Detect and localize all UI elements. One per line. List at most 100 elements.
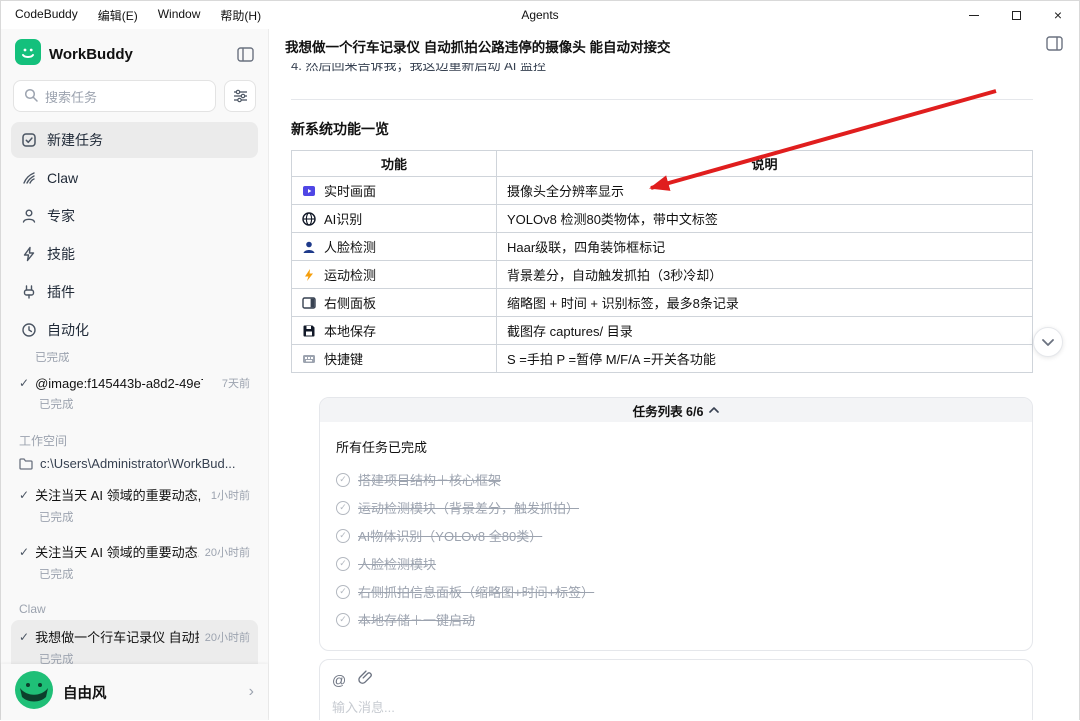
feature-label: 本地保存 xyxy=(324,324,377,339)
search-icon xyxy=(24,88,38,105)
sidebar-item-new-task[interactable]: 新建任务 xyxy=(11,122,258,158)
feature-label: 快捷键 xyxy=(324,352,364,367)
motion-detect-icon xyxy=(305,268,313,281)
list-item-image-task[interactable]: ✓ @image:f145443b-a8d2-49e7-a... 7天前 已完成 xyxy=(11,368,258,418)
sidebar-item-automation[interactable]: 自动化 xyxy=(11,312,258,348)
minimize-button[interactable] xyxy=(953,1,995,29)
attach-button[interactable] xyxy=(358,670,373,690)
maximize-icon xyxy=(1011,10,1021,20)
feature-desc: YOLOv8 检测80类物体，带中文标签 xyxy=(496,204,1033,233)
menu-codebuddy[interactable]: CodeBuddy xyxy=(15,7,78,24)
sidebar-item-claw[interactable]: Claw xyxy=(11,160,258,196)
task-list-panel-header[interactable]: 任务列表 6/6 xyxy=(320,398,1032,422)
search-placeholder: 搜索任务 xyxy=(45,89,98,105)
chevron-down-icon xyxy=(1042,338,1054,346)
sidebar-item-experts[interactable]: 专家 xyxy=(11,198,258,234)
claw-icon xyxy=(23,172,35,184)
check-icon: ✓ xyxy=(19,544,30,559)
todo-item: ✓ 人脸检测模块 xyxy=(336,554,1016,573)
feature-label: 人脸检测 xyxy=(324,240,377,255)
task-list-summary: 所有任务已完成 xyxy=(336,440,428,455)
circle-check-icon: ✓ xyxy=(336,556,350,571)
workspace-path-item[interactable]: c:\Users\Administrator\WorkBud... xyxy=(11,453,258,474)
list-item-ai-news-1[interactable]: ✓ 关注当天 AI 领域的重要动态, ... 1小时前 已完成 xyxy=(11,478,258,531)
folder-icon xyxy=(19,457,33,470)
sidebar-collapse-button[interactable] xyxy=(237,47,254,62)
expert-icon xyxy=(22,209,36,223)
sidebar-item-plugins[interactable]: 插件 xyxy=(11,274,258,310)
table-row: 实时画面 摄像头全分辨率显示 xyxy=(291,176,1033,205)
list-item-dashcam-task[interactable]: ✓ 我想做一个行车记录仪 自动抓... 20小时前 已完成 xyxy=(11,620,258,664)
maximize-button[interactable] xyxy=(995,1,1037,29)
menu-edit[interactable]: 编辑(E) xyxy=(98,7,138,24)
scroll-to-bottom-button[interactable] xyxy=(1033,327,1063,357)
message-input[interactable]: 输入消息... xyxy=(332,697,1020,720)
right-panel-icon xyxy=(1046,36,1063,51)
list-item-ai-news-2[interactable]: ✓ 关注当天 AI 领域的重要动态... 20小时前 已完成 xyxy=(11,535,258,588)
task-status: 已完成 xyxy=(39,512,74,524)
table-row: 运动检测 背景差分，自动触发抓拍（3秒冷却） xyxy=(291,260,1033,289)
feature-desc: 缩略图 + 时间 + 识别标签，最多8条记录 xyxy=(496,288,1033,317)
task-list-panel: 任务列表 6/6 所有任务已完成 ✓ 搭建项目结构＋核心框架 ✓ 运动检测模块（背景… xyxy=(319,397,1033,651)
nav-label: 新建任务 xyxy=(47,132,103,148)
todo-label: 人脸检测模块 xyxy=(358,557,437,572)
task-history-list: 已完成 ✓ @image:f145443b-a8d2-49e7-a... 7天前… xyxy=(1,348,268,664)
skill-icon xyxy=(23,246,35,262)
user-account-bar[interactable]: 自由风 › xyxy=(1,664,268,720)
todo-label: 右侧抓拍信息面板（缩略图+时间+标签） xyxy=(358,585,595,600)
titlebar: CodeBuddy 编辑(E) Window 帮助(H) Agents × xyxy=(1,1,1079,29)
plugin-icon xyxy=(23,285,35,299)
chevron-up-icon xyxy=(709,407,720,413)
col-header-desc: 说明 xyxy=(496,150,1033,177)
right-panel-toggle-button[interactable] xyxy=(1046,36,1063,56)
save-icon xyxy=(303,325,315,336)
claw-section-label: Claw xyxy=(19,602,46,616)
task-time: 7天前 xyxy=(221,378,250,390)
workspace-path: c:\Users\Administrator\WorkBud... xyxy=(40,456,236,471)
task-status: 已完成 xyxy=(39,654,74,664)
automation-clock-icon xyxy=(22,323,36,337)
todo-label: AI物体识别（YOLOv8 全80类） xyxy=(358,529,543,544)
clipped-status: 已完成 xyxy=(35,352,70,364)
table-row: 右侧面板 缩略图 + 时间 + 识别标签，最多8条记录 xyxy=(291,288,1033,317)
task-title: @image:f145443b-a8d2-49e7-a... xyxy=(35,375,203,391)
sidebar: WorkBuddy 搜索任务 新建任务 Claw 专家 技能 插件 自动化 已完… xyxy=(1,29,269,720)
menu-help[interactable]: 帮助(H) xyxy=(220,7,261,24)
circle-check-icon: ✓ xyxy=(336,584,350,599)
nav-label: 专家 xyxy=(47,208,75,224)
mention-button[interactable]: @ xyxy=(332,672,346,688)
live-view-icon xyxy=(303,185,315,196)
close-icon: × xyxy=(1053,7,1063,23)
close-button[interactable]: × xyxy=(1037,1,1079,29)
brand-name: WorkBuddy xyxy=(49,46,133,63)
task-list-title: 任务列表 6/6 xyxy=(632,404,704,419)
ai-detect-icon xyxy=(302,211,316,226)
menu-window[interactable]: Window xyxy=(158,7,201,24)
chat-content: 4. 然后回来告诉我；我这边重新启动 AI 监控 新系统功能一览 功能 说明 实… xyxy=(269,63,1079,720)
minimize-icon xyxy=(969,14,979,16)
feature-label: 实时画面 xyxy=(324,184,377,199)
search-input[interactable]: 搜索任务 xyxy=(13,80,216,112)
feature-desc: 截图存 captures/ 目录 xyxy=(496,316,1033,345)
nav-label: 技能 xyxy=(47,246,75,262)
task-time: 20小时前 xyxy=(204,546,250,559)
check-icon: ✓ xyxy=(19,629,30,644)
todo-label: 本地存储＋一键启动 xyxy=(358,613,476,628)
sidebar-item-skills[interactable]: 技能 xyxy=(11,236,258,272)
filter-button[interactable] xyxy=(224,80,256,112)
table-row: 人脸检测 Haar级联，四角装饰框标记 xyxy=(291,232,1033,261)
menu-bar: CodeBuddy 编辑(E) Window 帮助(H) xyxy=(1,7,261,24)
workbuddy-logo-icon xyxy=(15,39,41,70)
todo-label: 搭建项目结构＋核心框架 xyxy=(358,473,502,488)
check-icon: ✓ xyxy=(19,376,30,390)
circle-check-icon: ✓ xyxy=(336,612,350,627)
task-title: 关注当天 AI 领域的重要动态, ... xyxy=(35,488,204,503)
circle-check-icon: ✓ xyxy=(336,528,350,543)
message-composer[interactable]: @ 输入消息... Craft Auto xyxy=(319,659,1033,720)
hotkey-icon xyxy=(303,354,315,363)
feature-label: AI识别 xyxy=(324,212,363,227)
task-status: 已完成 xyxy=(39,399,74,411)
paperclip-icon xyxy=(358,670,373,684)
table-row: AI识别 YOLOv8 检测80类物体，带中文标签 xyxy=(291,204,1033,233)
task-title: 我想做一个行车记录仪 自动抓... xyxy=(35,630,199,645)
